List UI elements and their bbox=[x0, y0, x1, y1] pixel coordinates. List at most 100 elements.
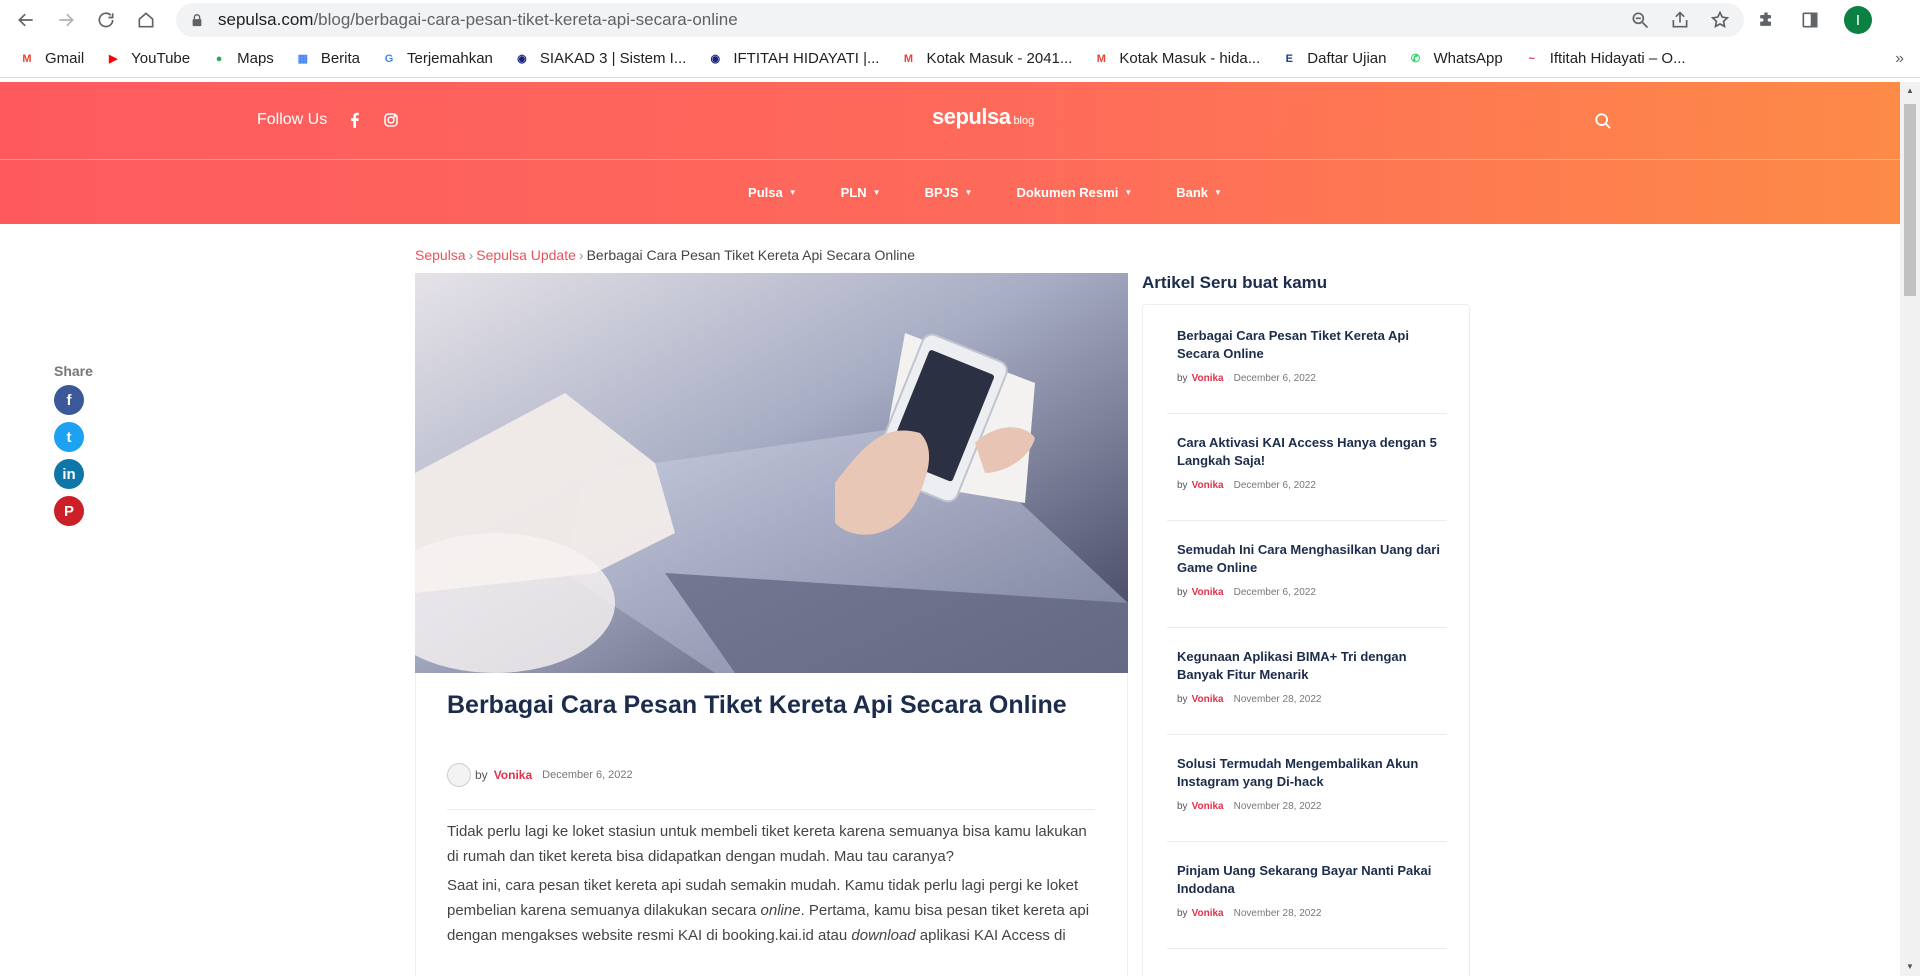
facebook-icon[interactable] bbox=[347, 112, 363, 128]
sidebar-articles: Berbagai Cara Pesan Tiket Kereta Api Sec… bbox=[1142, 304, 1470, 976]
scroll-up-icon[interactable]: ▲ bbox=[1905, 86, 1915, 95]
bookmark-item[interactable]: ▶ YouTube bbox=[104, 50, 190, 68]
sidebar-article-meta: by Vonika December 6, 2022 bbox=[1177, 587, 1316, 598]
url-text[interactable]: sepulsa.com/blog/berbagai-cara-pesan-tik… bbox=[218, 10, 738, 30]
menu-item-pln[interactable]: PLN ▼ bbox=[841, 185, 881, 200]
search-icon[interactable] bbox=[1594, 112, 1612, 130]
sidebar-article-title[interactable]: Solusi Termudah Mengembalikan Akun Insta… bbox=[1177, 755, 1443, 791]
bookmarks-overflow-icon[interactable]: » bbox=[1895, 50, 1904, 68]
bookmark-label: Berita bbox=[320, 50, 360, 67]
scrollbar-thumb[interactable] bbox=[1904, 104, 1916, 296]
web-page: Follow Us sepulsa blog Pulsa ▼ PLN ▼ BPJS ▼ Do… bbox=[0, 82, 1920, 976]
sepulsa-blog-logo[interactable]: sepulsa blog bbox=[932, 104, 1034, 130]
profile-avatar[interactable]: I bbox=[1844, 6, 1872, 34]
author-link[interactable]: Vonika bbox=[1192, 587, 1224, 598]
sidebar-article-title[interactable]: Cara Aktivasi KAI Access Hanya dengan 5 … bbox=[1177, 434, 1443, 470]
bookmark-label: Maps bbox=[237, 50, 274, 67]
menu-item-pulsa[interactable]: Pulsa ▼ bbox=[748, 185, 797, 200]
browser-toolbar: sepulsa.com/blog/berbagai-cara-pesan-tik… bbox=[0, 0, 1920, 40]
article-card: Berbagai Cara Pesan Tiket Kereta Api Sec… bbox=[415, 673, 1128, 976]
sidebar-article-date: December 6, 2022 bbox=[1233, 480, 1316, 491]
article-date: December 6, 2022 bbox=[542, 769, 633, 781]
bookmark-item[interactable]: ◉ SIAKAD 3 | Sistem I... bbox=[513, 50, 686, 68]
sidebar-article-title[interactable]: Pinjam Uang Sekarang Bayar Nanti Pakai I… bbox=[1177, 862, 1443, 898]
reload-icon[interactable] bbox=[86, 0, 126, 40]
sidebar-article-title[interactable]: Kegunaan Aplikasi BIMA+ Tri dengan Banya… bbox=[1177, 648, 1443, 684]
article-title: Berbagai Cara Pesan Tiket Kereta Api Sec… bbox=[447, 691, 1067, 719]
caret-down-icon: ▼ bbox=[1214, 187, 1222, 197]
pinterest-share-icon[interactable]: P bbox=[54, 496, 84, 526]
sidebar-divider bbox=[1167, 734, 1447, 735]
back-icon[interactable] bbox=[6, 0, 46, 40]
bookmark-item[interactable]: ● Maps bbox=[210, 50, 274, 68]
facebook-share-icon[interactable]: f bbox=[54, 385, 84, 415]
breadcrumb-current: Berbagai Cara Pesan Tiket Kereta Api Sec… bbox=[586, 247, 915, 263]
follow-us-label: Follow Us bbox=[257, 111, 328, 128]
article-divider bbox=[447, 809, 1095, 810]
follow-us: Follow Us bbox=[257, 111, 399, 129]
bookmark-item[interactable]: M Kotak Masuk - 2041... bbox=[899, 50, 1073, 68]
menu-item-dokumen-resmi[interactable]: Dokumen Resmi ▼ bbox=[1016, 185, 1132, 200]
bookmark-item[interactable]: ▦ Berita bbox=[294, 50, 360, 68]
university-icon: ◉ bbox=[710, 53, 721, 65]
sidebar-article-item[interactable]: Pinjam Uang Sekarang Bayar Nanti Pakai I… bbox=[1177, 862, 1443, 919]
sidebar-article-item[interactable]: Solusi Termudah Mengembalikan Akun Insta… bbox=[1177, 755, 1443, 812]
author-link[interactable]: Vonika bbox=[1192, 908, 1224, 919]
sidebar-article-date: November 28, 2022 bbox=[1233, 908, 1322, 919]
caret-down-icon: ▼ bbox=[964, 187, 973, 197]
bookmark-star-icon[interactable] bbox=[1710, 10, 1730, 30]
bookmark-item[interactable]: E Daftar Ujian bbox=[1280, 50, 1387, 68]
lock-icon[interactable] bbox=[190, 13, 204, 27]
linkedin-share-icon[interactable]: in bbox=[54, 459, 84, 489]
sidebar-article-item[interactable]: Berbagai Cara Pesan Tiket Kereta Api Sec… bbox=[1177, 327, 1443, 384]
bookmark-label: YouTube bbox=[131, 50, 191, 67]
forward-icon[interactable] bbox=[46, 0, 86, 40]
scrollbar[interactable]: ▲ ▼ bbox=[1900, 82, 1920, 976]
menu-item-bank[interactable]: Bank ▼ bbox=[1176, 185, 1222, 200]
sidebar-article-date: November 28, 2022 bbox=[1233, 694, 1322, 705]
sidebar-divider bbox=[1167, 627, 1447, 628]
twitter-share-icon[interactable]: t bbox=[54, 422, 84, 452]
gmail-icon: M bbox=[1096, 52, 1106, 65]
author-link[interactable]: Vonika bbox=[1192, 694, 1224, 705]
whatsapp-icon: ✆ bbox=[1410, 53, 1421, 65]
sidebar-article-item[interactable]: Kegunaan Aplikasi BIMA+ Tri dengan Banya… bbox=[1177, 648, 1443, 705]
author-link[interactable]: Vonika bbox=[1192, 801, 1224, 812]
bookmark-item[interactable]: ~ Iftitah Hidayati – O... bbox=[1523, 50, 1685, 68]
menu-item-bpjs[interactable]: BPJS ▼ bbox=[925, 185, 973, 200]
side-panel-icon[interactable] bbox=[1800, 10, 1820, 30]
author-link[interactable]: Vonika bbox=[1192, 373, 1224, 384]
sidebar-title: Artikel Seru buat kamu bbox=[1142, 273, 1328, 292]
home-icon[interactable] bbox=[126, 0, 166, 40]
share-page-icon[interactable] bbox=[1670, 10, 1690, 30]
bookmark-item[interactable]: ◉ IFTITAH HIDAYATI |... bbox=[706, 50, 880, 68]
sidebar-divider bbox=[1167, 948, 1447, 949]
sidebar-article-title[interactable]: Berbagai Cara Pesan Tiket Kereta Api Sec… bbox=[1177, 327, 1443, 363]
extensions-icon[interactable] bbox=[1756, 10, 1776, 30]
author-link[interactable]: Vonika bbox=[1192, 480, 1224, 491]
sidebar-article-meta: by Vonika November 28, 2022 bbox=[1177, 801, 1322, 812]
bookmark-item[interactable]: M Kotak Masuk - hida... bbox=[1092, 50, 1261, 68]
bookmark-item[interactable]: ✆ WhatsApp bbox=[1406, 50, 1503, 68]
scroll-down-icon[interactable]: ▼ bbox=[1905, 962, 1915, 971]
article-paragraph: Saat ini, cara pesan tiket kereta api su… bbox=[447, 877, 1090, 944]
site-header: Follow Us sepulsa blog Pulsa ▼ PLN ▼ BPJS ▼ Do… bbox=[0, 82, 1900, 224]
article-hero-image bbox=[415, 273, 1128, 673]
sidebar-article-item[interactable]: Cara Aktivasi KAI Access Hanya dengan 5 … bbox=[1177, 434, 1443, 491]
sidebar-divider bbox=[1167, 413, 1447, 414]
sidebar-divider bbox=[1167, 520, 1447, 521]
sidebar-article-item[interactable]: Semudah Ini Cara Menghasilkan Uang dari … bbox=[1177, 541, 1443, 598]
sidebar-article-meta: by Vonika December 6, 2022 bbox=[1177, 373, 1316, 384]
youtube-icon: ▶ bbox=[108, 53, 118, 65]
instagram-icon[interactable] bbox=[383, 112, 399, 128]
translate-icon: G bbox=[384, 52, 394, 65]
zoom-icon[interactable] bbox=[1630, 10, 1650, 30]
breadcrumb-category[interactable]: Sepulsa Update bbox=[476, 247, 576, 263]
breadcrumb-home[interactable]: Sepulsa bbox=[415, 247, 466, 263]
bookmark-item[interactable]: G Terjemahkan bbox=[380, 50, 493, 68]
bookmark-item[interactable]: M Gmail bbox=[18, 50, 84, 68]
sidebar-article-title[interactable]: Semudah Ini Cara Menghasilkan Uang dari … bbox=[1177, 541, 1443, 577]
address-bar[interactable]: sepulsa.com/blog/berbagai-cara-pesan-tik… bbox=[176, 3, 1744, 37]
bookmark-label: Daftar Ujian bbox=[1307, 50, 1387, 67]
author-link[interactable]: Vonika bbox=[494, 768, 532, 782]
